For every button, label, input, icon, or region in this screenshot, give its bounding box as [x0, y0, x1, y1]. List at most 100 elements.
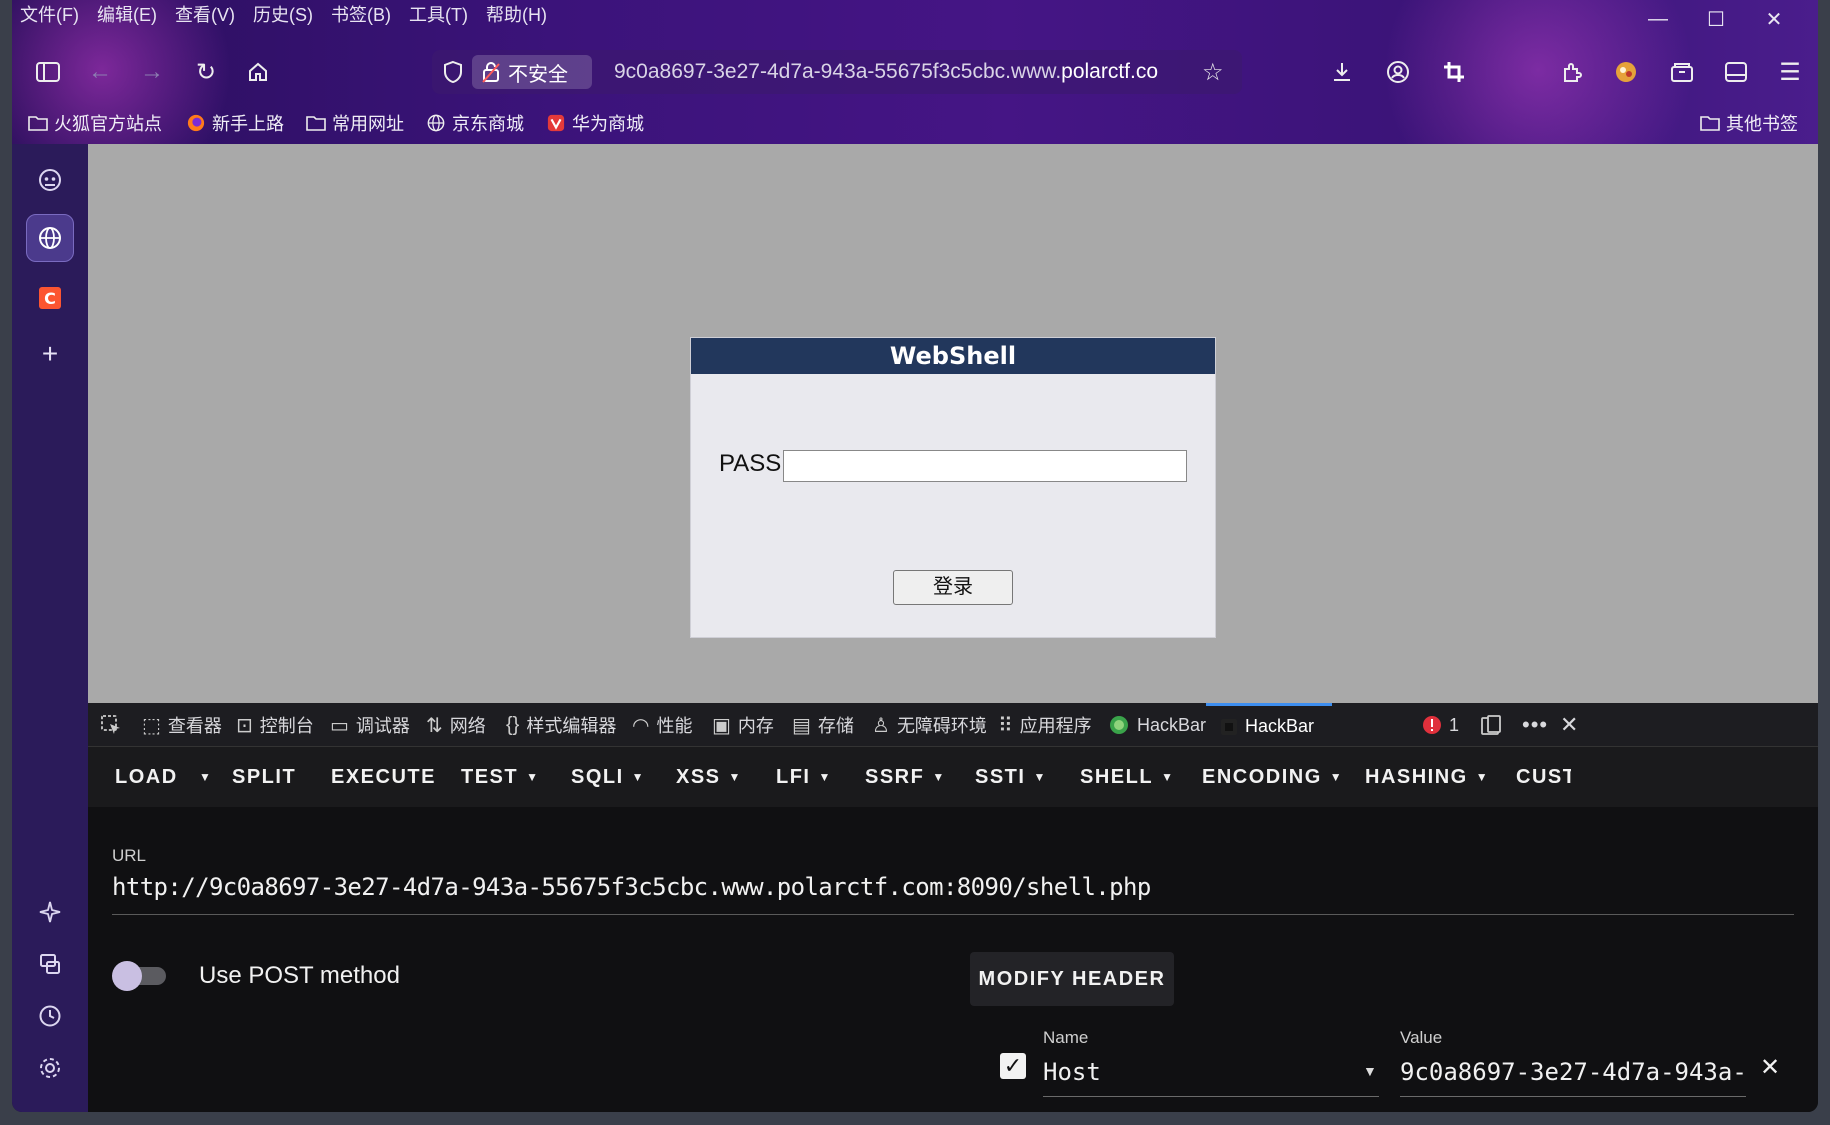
- hackbar-execute-button[interactable]: EXECUTE: [331, 747, 436, 807]
- dock-layout-icon[interactable]: [1480, 703, 1502, 747]
- menu-tools[interactable]: 工具(T): [409, 2, 468, 28]
- tab-inspector[interactable]: ⬚ 查看器: [142, 703, 222, 747]
- bookmark-jd[interactable]: 京东商城: [426, 110, 524, 136]
- bookmark-star-icon[interactable]: ☆: [1202, 58, 1224, 87]
- address-text[interactable]: 9c0a8697-3e27-4d7a-943a-55675f3c5cbc.www…: [614, 58, 1192, 86]
- bookmark-label: 新手上路: [212, 114, 284, 134]
- browser-sidebar: C +: [12, 144, 88, 1112]
- hackbar-shell-menu[interactable]: SHELL ▼: [1080, 747, 1174, 807]
- devtools-toolbar: ⬚ 查看器 ⊡ 控制台 ▭ 调试器 ⇅ 网络 {} 样式编辑器 ◠ 性能 ▣ 内存 ▤ 存储 ♙…: [88, 703, 1818, 747]
- menu-label: LFI: [776, 766, 811, 788]
- tab-accessibility[interactable]: ♙ 无障碍环境: [872, 703, 987, 747]
- hackbar-xss-menu[interactable]: XSS ▼: [676, 747, 742, 807]
- tab-label: HackBar: [1137, 714, 1207, 735]
- back-icon[interactable]: ←: [80, 52, 120, 92]
- hamburger-menu-icon[interactable]: ☰: [1770, 52, 1810, 92]
- extension-avatar-icon[interactable]: [1606, 52, 1646, 92]
- more-options-icon[interactable]: •••: [1522, 703, 1548, 747]
- ai-assistant-icon[interactable]: [26, 156, 74, 204]
- tracking-shield-icon[interactable]: [442, 60, 464, 89]
- other-bookmarks[interactable]: 其他书签: [1700, 110, 1798, 136]
- forward-icon[interactable]: →: [132, 52, 172, 92]
- menu-view[interactable]: 查看(V): [175, 2, 235, 28]
- hackbar-ssrf-menu[interactable]: SSRF ▼: [865, 747, 946, 807]
- close-window-button[interactable]: ✕: [1744, 4, 1804, 34]
- chevron-down-icon: ▼: [1033, 770, 1047, 784]
- tab-hackbar-2[interactable]: HackBar: [1206, 703, 1332, 747]
- tab-style-editor[interactable]: {} 样式编辑器: [506, 703, 616, 747]
- tab-application[interactable]: ⠿ 应用程序: [998, 703, 1092, 747]
- hackbar-ssti-menu[interactable]: SSTI ▼: [975, 747, 1047, 807]
- home-icon[interactable]: [238, 52, 278, 92]
- synced-tabs-icon[interactable]: [26, 940, 74, 988]
- other-bookmarks-label: 其他书签: [1726, 114, 1798, 134]
- containers-icon[interactable]: [1662, 52, 1702, 92]
- menu-help[interactable]: 帮助(H): [486, 2, 547, 28]
- download-icon[interactable]: [1322, 52, 1362, 92]
- header-name-dropdown-icon[interactable]: ▼: [1363, 1063, 1377, 1079]
- pass-input[interactable]: [783, 450, 1187, 482]
- tab-debugger[interactable]: ▭ 调试器: [330, 703, 410, 747]
- menu-edit[interactable]: 编辑(E): [97, 2, 157, 28]
- menu-file[interactable]: 文件(F): [20, 2, 79, 28]
- header-enabled-checkbox[interactable]: ✓: [1000, 1053, 1026, 1079]
- history-clock-icon[interactable]: [26, 992, 74, 1040]
- account-icon[interactable]: [1378, 52, 1418, 92]
- hackbar-load-button[interactable]: LOAD: [115, 747, 178, 807]
- hackbar-custom-menu[interactable]: CUSTO: [1516, 747, 1571, 807]
- nav-bar: ← → ↻ 不安全 9c0a8697-3e27-4d7a-943a-55675f…: [12, 44, 1818, 100]
- csdn-icon[interactable]: C: [26, 274, 74, 322]
- menu-label: SSTI: [975, 766, 1026, 788]
- menu-bar: 文件(F) 编辑(E) 查看(V) 历史(S) 书签(B) 工具(T) 帮助(H…: [20, 2, 547, 28]
- reader-sidebar-icon[interactable]: [1716, 52, 1756, 92]
- tab-console[interactable]: ⊡ 控制台: [236, 703, 314, 747]
- bookmark-huawei[interactable]: 华为商城: [546, 110, 644, 136]
- element-picker-icon[interactable]: [100, 703, 122, 747]
- sidebar-web-panel-icon[interactable]: [26, 214, 74, 262]
- post-method-toggle[interactable]: [112, 961, 168, 991]
- tab-memory[interactable]: ▣ 内存: [712, 703, 774, 747]
- chevron-down-icon: ▼: [1475, 770, 1490, 784]
- tab-network[interactable]: ⇅ 网络: [426, 703, 486, 747]
- bookmark-firefox-site[interactable]: 火狐官方站点: [28, 110, 162, 136]
- settings-gear-icon[interactable]: [26, 1044, 74, 1092]
- menu-history[interactable]: 历史(S): [253, 2, 313, 28]
- header-name-underline: [1043, 1096, 1379, 1097]
- hackbar-test-menu[interactable]: TEST ▼: [461, 747, 540, 807]
- hackbar-load-dropdown[interactable]: ▼: [191, 747, 212, 807]
- close-devtools-icon[interactable]: ✕: [1560, 703, 1578, 747]
- bookmark-label: 火狐官方站点: [54, 114, 162, 134]
- login-button[interactable]: 登录: [893, 570, 1013, 605]
- reload-icon[interactable]: ↻: [186, 52, 226, 92]
- header-value-label: Value: [1400, 1028, 1443, 1047]
- chevron-down-icon: ▼: [631, 770, 646, 784]
- hackbar-hashing-menu[interactable]: HASHING ▼: [1365, 747, 1489, 807]
- tab-hackbar-1[interactable]: HackBar: [1108, 703, 1206, 747]
- error-counter[interactable]: 1: [1422, 703, 1459, 747]
- tab-label: 内存: [737, 716, 774, 736]
- sidebar-toggle-icon[interactable]: [28, 52, 68, 92]
- tab-performance[interactable]: ◠ 性能: [632, 703, 692, 747]
- modify-header-button[interactable]: MODIFY HEADER: [970, 952, 1174, 1006]
- sparkle-icon[interactable]: [26, 888, 74, 936]
- remove-header-icon[interactable]: ✕: [1760, 1053, 1780, 1082]
- menu-bookmarks[interactable]: 书签(B): [331, 2, 391, 28]
- header-name-field[interactable]: Host: [1043, 1058, 1323, 1086]
- add-panel-icon[interactable]: +: [26, 330, 74, 378]
- insecure-badge[interactable]: 不安全: [472, 55, 592, 89]
- hackbar-split-button[interactable]: SPLIT: [232, 747, 296, 807]
- hackbar-encoding-menu[interactable]: ENCODING ▼: [1202, 747, 1343, 807]
- bookmark-common-sites[interactable]: 常用网址: [306, 110, 404, 136]
- extensions-icon[interactable]: [1552, 52, 1592, 92]
- tab-storage[interactable]: ▤ 存储: [792, 703, 854, 747]
- hackbar-lfi-menu[interactable]: LFI ▼: [776, 747, 832, 807]
- crop-icon[interactable]: [1434, 52, 1474, 92]
- url-field[interactable]: http://9c0a8697-3e27-4d7a-943a-55675f3c5…: [112, 873, 1151, 901]
- header-value-field[interactable]: 9c0a8697-3e27-4d7a-943a-: [1400, 1058, 1746, 1086]
- hackbar-sqli-menu[interactable]: SQLI ▼: [571, 747, 645, 807]
- maximize-button[interactable]: ☐: [1686, 4, 1746, 34]
- address-bar[interactable]: 不安全 9c0a8697-3e27-4d7a-943a-55675f3c5cbc…: [432, 50, 1242, 94]
- minimize-button[interactable]: —: [1628, 4, 1688, 34]
- bookmark-getting-started[interactable]: 新手上路: [186, 110, 284, 136]
- header-name-label: Name: [1043, 1028, 1089, 1047]
